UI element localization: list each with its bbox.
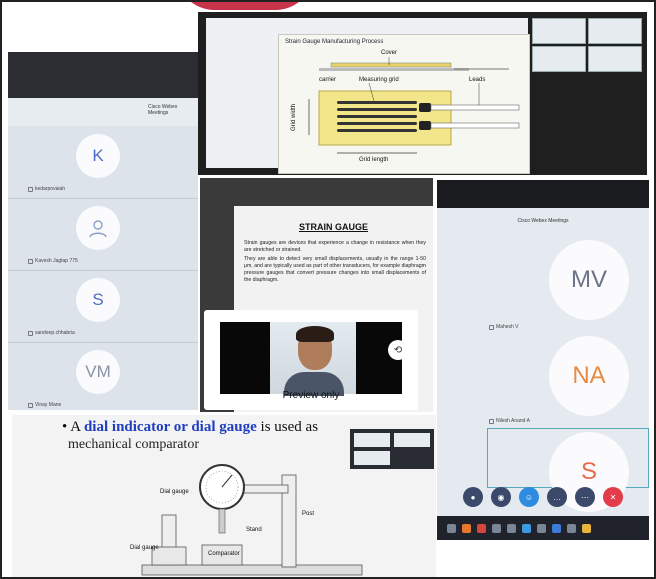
- participant-thumbnail[interactable]: [532, 46, 586, 72]
- avatar[interactable]: K: [76, 134, 120, 178]
- meeting-controls: ● ◉ ☺ … ⋯ ✕: [437, 480, 649, 514]
- meeting-title: Cisco Webex Meetings: [517, 218, 569, 224]
- participants-icon[interactable]: ☺: [519, 487, 539, 507]
- label-dial-gauge-base: Dial gauge: [130, 545, 159, 551]
- label-cover: Cover: [381, 50, 398, 56]
- participant-thumbnail[interactable]: [588, 18, 642, 44]
- divider: [8, 198, 198, 199]
- person-icon: [89, 220, 107, 238]
- label-post: Post: [302, 511, 315, 517]
- more-icon[interactable]: ⋯: [575, 487, 595, 507]
- panel-right-meeting: Cisco Webex Meetings MV Mahesh V NA Nile…: [437, 180, 649, 540]
- taskbar: [437, 516, 649, 540]
- taskbar-app-icon[interactable]: [507, 523, 516, 533]
- label-stand: Stand: [246, 527, 262, 533]
- avatar[interactable]: VM: [76, 350, 120, 394]
- slide-manufacturing: Strain Gauge Manufacturing Process Cover…: [278, 34, 530, 174]
- participant-name: kedarpovaiah: [28, 186, 65, 192]
- avatar[interactable]: [76, 206, 120, 250]
- mic-icon: [489, 418, 494, 424]
- participant-name: Vinay Mane: [28, 402, 61, 408]
- bullet: Strain gauges are devices that experienc…: [244, 240, 426, 253]
- label-measuring-grid: Measuring grid: [359, 77, 399, 83]
- avatar-initials: MV: [571, 266, 607, 293]
- label-leads: Leads: [469, 77, 486, 83]
- avatar-initials: NA: [572, 362, 606, 389]
- participant-name: Nilesh Anand A: [489, 418, 530, 424]
- preview-label: Preview only: [282, 390, 340, 401]
- participant-thumbnail[interactable]: [588, 46, 642, 72]
- mute-icon[interactable]: ●: [463, 487, 483, 507]
- taskbar-app-icon[interactable]: [477, 523, 486, 533]
- avatar-initials: K: [92, 146, 104, 165]
- taskbar-app-icon[interactable]: [567, 523, 576, 533]
- mic-icon: [28, 186, 33, 192]
- mic-icon: [489, 324, 494, 330]
- mic-icon: [28, 258, 33, 264]
- label-comparator: Comparator: [208, 551, 240, 557]
- video-icon[interactable]: ◉: [491, 487, 511, 507]
- end-call-icon[interactable]: ✕: [603, 487, 623, 507]
- camera-preview: ⟲ Preview only: [204, 310, 418, 410]
- label-grid-length: Grid length: [359, 157, 389, 163]
- switch-camera-icon[interactable]: ⟲: [388, 340, 408, 360]
- avatar[interactable]: MV: [549, 240, 629, 320]
- camera-video: ⟲: [220, 322, 408, 396]
- mic-icon: [28, 330, 33, 336]
- taskbar-app-icon[interactable]: [522, 523, 531, 533]
- meeting-title: Cisco Webex Meetings: [148, 104, 178, 116]
- avatar-initials: S: [92, 290, 104, 309]
- panel-strain-gauge-manufacturing: Strain Gauge Manufacturing Process Cover…: [198, 12, 647, 175]
- taskbar-app-icon[interactable]: [492, 523, 501, 533]
- doc-title: STRAIN GAUGE: [298, 222, 368, 232]
- strain-gauge-diagram: [308, 57, 520, 154]
- panel-left-meeting: Cisco Webex Meetings K kedarpovaiah Kave…: [8, 52, 198, 410]
- label-dial-gauge: Dial gauge: [160, 489, 189, 495]
- panel-dial-indicator: • A dial indicator or dial gauge is used…: [12, 415, 436, 577]
- taskbar-app-icon[interactable]: [582, 523, 591, 533]
- participant-name: Kavesh Jagtap 775: [28, 258, 78, 264]
- shared-screen: Strain Gauge Manufacturing Process Cover…: [206, 18, 530, 174]
- taskbar-app-icon[interactable]: [537, 523, 546, 533]
- participant-thumbnail[interactable]: [532, 18, 586, 44]
- bullet: They are able to detect very small displ…: [244, 256, 426, 283]
- decorative-red-arc: [175, 0, 315, 10]
- taskbar-app-icon[interactable]: [462, 523, 471, 533]
- avatar[interactable]: S: [76, 278, 120, 322]
- avatar[interactable]: NA: [549, 336, 629, 416]
- label-carrier: carrier: [319, 77, 337, 83]
- taskbar-app-icon[interactable]: [552, 523, 561, 533]
- participant-photo: [270, 322, 356, 396]
- meeting-header: Cisco Webex Meetings: [8, 98, 198, 126]
- taskbar-app-icon[interactable]: [447, 523, 456, 533]
- panel-strain-gauge-doc: STRAIN GAUGE Strain gauges are devices t…: [200, 178, 433, 412]
- avatar-initials: VM: [85, 362, 111, 381]
- divider: [8, 270, 198, 271]
- participant-thumbnails: [530, 16, 647, 76]
- meeting-topbar: [8, 52, 198, 98]
- chat-icon[interactable]: …: [547, 487, 567, 507]
- doc-bullets: Strain gauges are devices that experienc…: [244, 240, 426, 286]
- mic-icon: [28, 402, 33, 408]
- participant-name: sandeep.chhabria: [28, 330, 75, 336]
- divider: [8, 342, 198, 343]
- meeting-topbar: [437, 180, 649, 208]
- label-grid-width: Grid width: [291, 103, 297, 131]
- participant-name: Mahesh V: [489, 324, 519, 330]
